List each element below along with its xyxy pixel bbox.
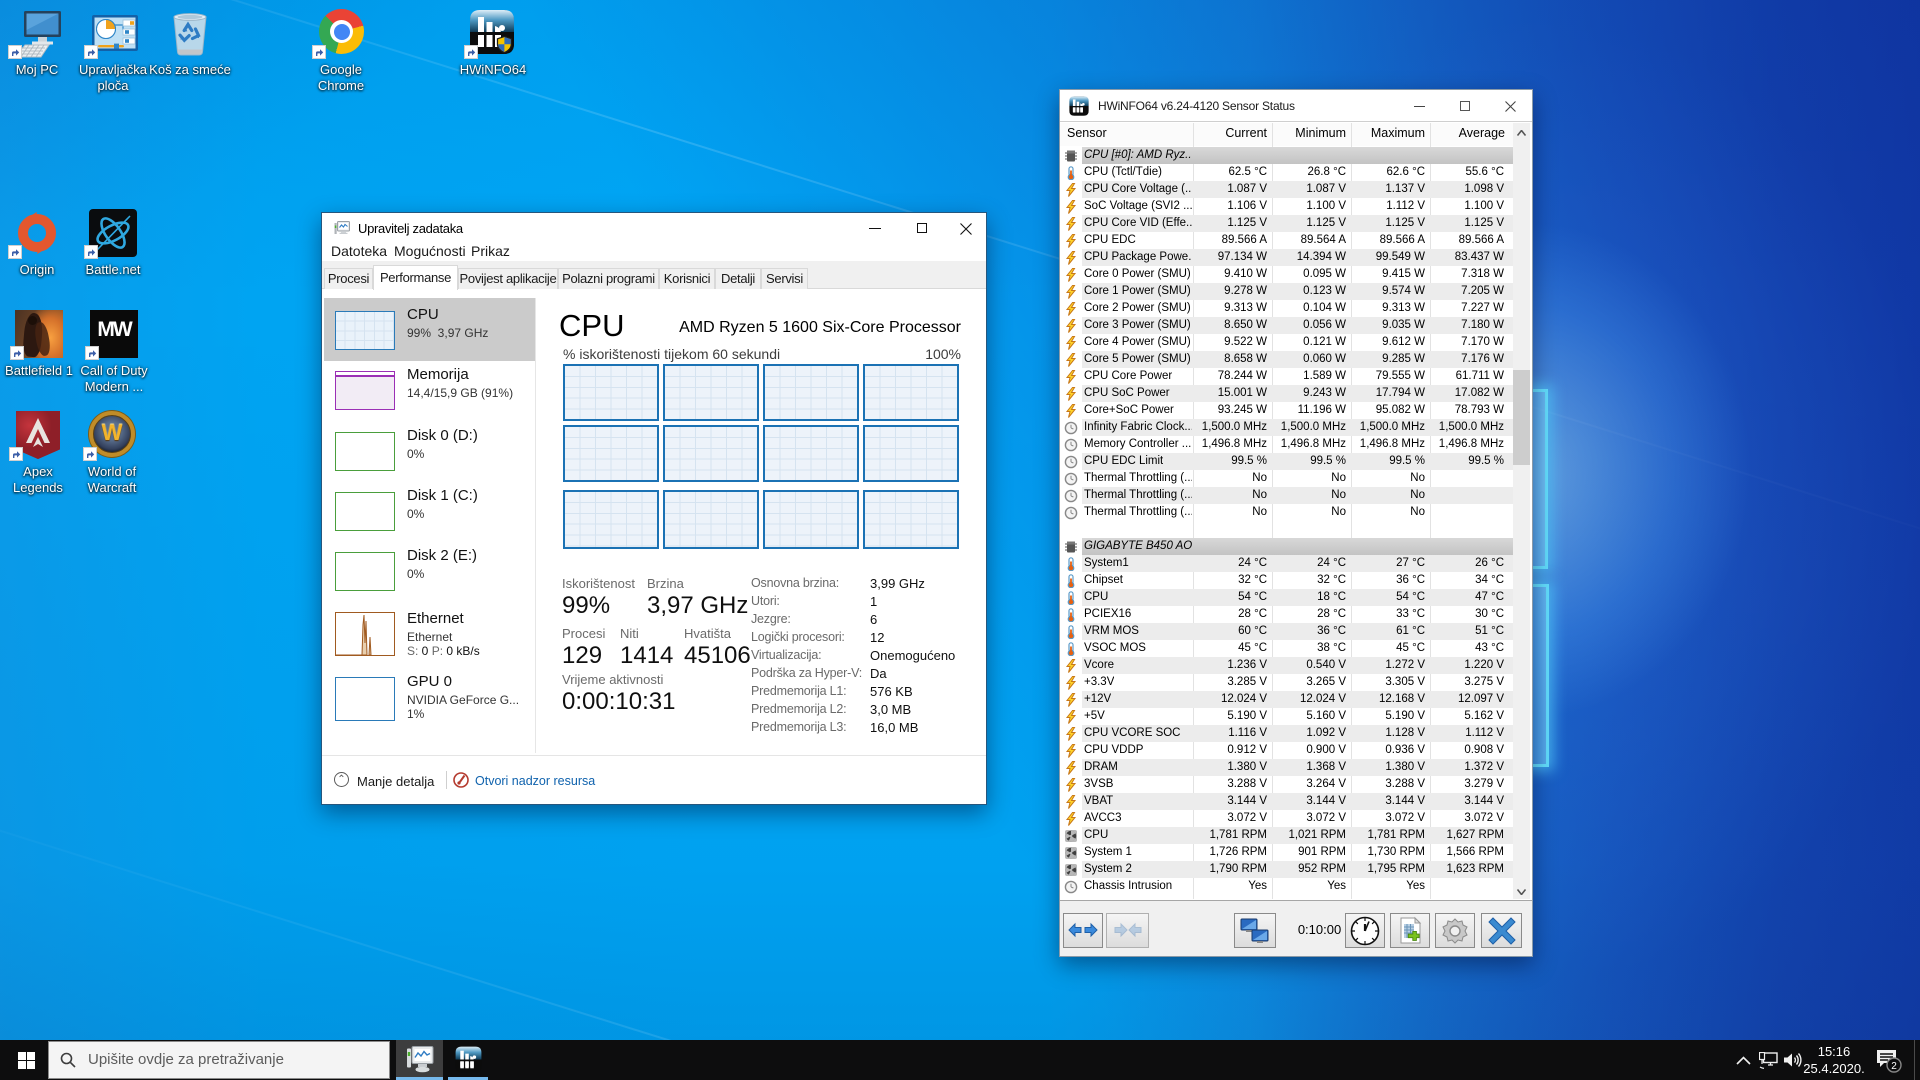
svg-text:2: 2 <box>1891 1061 1897 1072</box>
